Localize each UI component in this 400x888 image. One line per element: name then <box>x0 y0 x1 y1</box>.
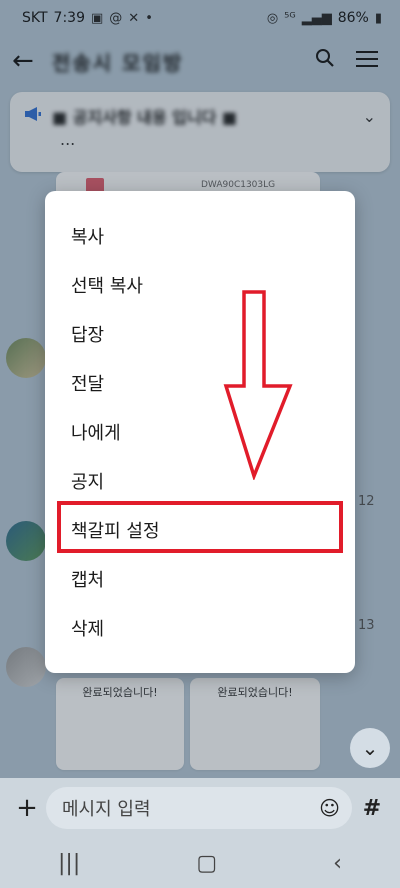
home-icon[interactable]: ▢ <box>196 851 217 876</box>
message-input[interactable]: 메시지 입력 ☺ <box>46 787 352 829</box>
menu-item-select-copy[interactable]: 선택 복사 <box>45 260 355 309</box>
back-icon[interactable]: ‹ <box>333 851 342 876</box>
menu-item-copy[interactable]: 복사 <box>45 211 355 260</box>
menu-item-to-me[interactable]: 나에게 <box>45 407 355 456</box>
highlight-box <box>57 501 343 553</box>
system-nav-bar: ||| ▢ ‹ <box>0 838 400 888</box>
chevron-down-icon: ⌄ <box>361 736 379 760</box>
screen: SKT 7:39 ▣ @ ✕ • ◎ ⁵ᴳ ▂▄▆ 86% ▮ ← 전송시 모임… <box>0 0 400 888</box>
recent-apps-icon[interactable]: ||| <box>58 851 80 876</box>
scroll-down-button[interactable]: ⌄ <box>350 728 390 768</box>
menu-item-delete[interactable]: 삭제 <box>45 603 355 652</box>
input-bar: + 메시지 입력 ☺ # <box>0 778 400 838</box>
message-input-placeholder: 메시지 입력 <box>62 799 151 820</box>
menu-item-reply[interactable]: 답장 <box>45 309 355 358</box>
emoji-icon[interactable]: ☺ <box>319 796 340 820</box>
plus-icon[interactable]: + <box>8 793 46 823</box>
menu-item-notice[interactable]: 공지 <box>45 456 355 505</box>
menu-item-capture[interactable]: 캡처 <box>45 554 355 603</box>
annotation-arrow <box>223 290 293 480</box>
context-menu: 복사 선택 복사 답장 전달 나에게 공지 책갈피 설정 캡처 삭제 <box>45 191 355 673</box>
menu-item-forward[interactable]: 전달 <box>45 358 355 407</box>
hash-icon[interactable]: # <box>352 796 392 821</box>
